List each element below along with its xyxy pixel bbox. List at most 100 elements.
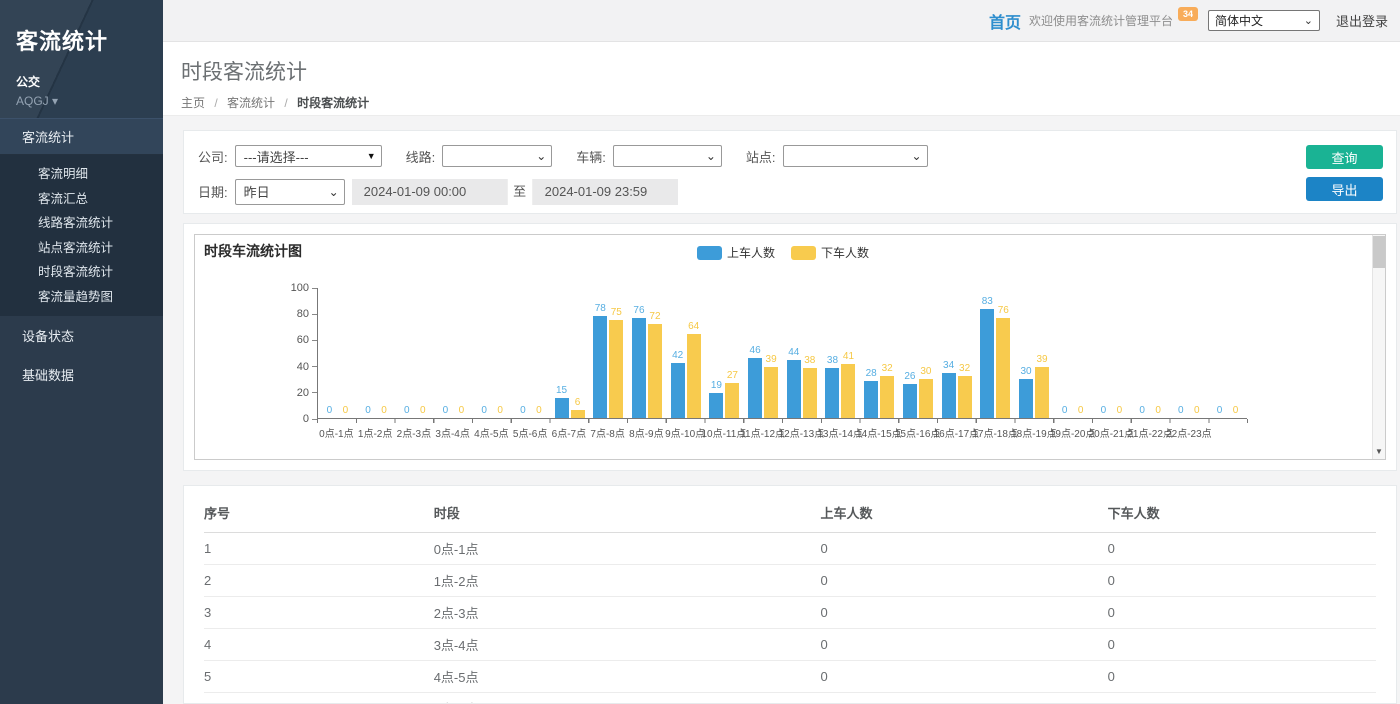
bar-column: 28	[864, 368, 878, 418]
date-end-input[interactable]: 2024-01-09 23:59	[533, 179, 678, 205]
sidebar-item-line-stats[interactable]: 线路客流统计	[0, 211, 163, 236]
bar-group: 00	[512, 288, 551, 418]
bar[interactable]	[841, 364, 855, 418]
topbar: 首页 欢迎使用客流统计管理平台 34 简体中文 ⌄ 退出登录	[163, 0, 1400, 42]
bar[interactable]	[748, 358, 762, 418]
bar-column: 0	[322, 405, 336, 418]
chart-box: 时段车流统计图 上车人数下车人数 020406080100 0000000000…	[194, 234, 1386, 460]
sidebar-item-passenger-summary[interactable]: 客流汇总	[0, 187, 163, 212]
bar-value-label: 0	[327, 405, 333, 416]
caret-down-icon: ▼	[367, 151, 376, 161]
chart-panel: 时段车流统计图 上车人数下车人数 020406080100 0000000000…	[183, 223, 1397, 471]
bar-column: 30	[919, 366, 933, 418]
bar[interactable]	[632, 318, 646, 418]
date-start-input[interactable]: 2024-01-09 00:00	[352, 179, 507, 205]
bar[interactable]	[609, 320, 623, 418]
bar-group: 00	[434, 288, 473, 418]
legend-item[interactable]: 下车人数	[791, 244, 869, 261]
bar[interactable]	[671, 363, 685, 418]
bar-value-label: 0	[1217, 405, 1223, 416]
language-select[interactable]: 简体中文 ⌄	[1208, 10, 1320, 31]
user-dropdown[interactable]: AQGJ ▾	[16, 94, 149, 108]
breadcrumb-separator: /	[214, 96, 217, 110]
bar-value-label: 46	[750, 345, 761, 356]
breadcrumb-home[interactable]: 主页	[181, 96, 205, 110]
x-axis-label: 20点-21点	[1092, 425, 1131, 440]
bar-group: 3039	[1015, 288, 1054, 418]
breadcrumb-section[interactable]: 客流统计	[227, 96, 275, 110]
scrollbar-thumb[interactable]	[1373, 236, 1385, 268]
bar[interactable]	[687, 334, 701, 418]
logout-link[interactable]: 退出登录	[1336, 11, 1388, 30]
x-axis-label: 22点-23点	[1170, 425, 1209, 440]
filter-panel: 公司: ---请选择--- ▼ 线路: ⌄ 车辆: ⌄ 站点	[183, 130, 1397, 214]
bar[interactable]	[996, 318, 1010, 418]
bar-value-label: 75	[611, 307, 622, 318]
bar-column: 0	[493, 405, 507, 418]
table-cell: 5	[204, 661, 434, 693]
bar[interactable]	[942, 373, 956, 418]
bar[interactable]	[648, 324, 662, 418]
table-cell: 1点-2点	[434, 565, 821, 597]
sidebar-item-base-data[interactable]: 基础数据	[0, 355, 163, 394]
bar[interactable]	[825, 368, 839, 418]
date-range-group: 2024-01-09 00:00 至 2024-01-09 23:59	[352, 179, 678, 205]
scrollbar-down-arrow[interactable]: ▼	[1373, 445, 1385, 458]
date-preset-select[interactable]: 昨日 ⌄	[235, 179, 345, 205]
notification-badge[interactable]: 34	[1178, 7, 1198, 21]
x-axis-label: 0点-1点	[317, 425, 356, 440]
chart-vertical-scrollbar[interactable]: ▼	[1372, 235, 1385, 459]
company-select[interactable]: ---请选择--- ▼	[235, 145, 382, 167]
bar-column: 46	[748, 345, 762, 418]
bar[interactable]	[1035, 367, 1049, 418]
x-axis-label: 23点-24点	[1208, 425, 1247, 440]
chart-legend: 上车人数下车人数	[195, 244, 1371, 261]
bar-column: 0	[377, 405, 391, 418]
bar[interactable]	[1019, 379, 1033, 418]
bar[interactable]	[864, 381, 878, 418]
bar-group: 00	[318, 288, 357, 418]
x-axis-label: 16点-17点	[937, 425, 976, 440]
sidebar-section-passenger-stats[interactable]: 客流统计	[0, 118, 163, 155]
bar[interactable]	[593, 316, 607, 418]
station-select[interactable]: ⌄	[783, 145, 928, 167]
sidebar-item-trend-chart[interactable]: 客流量趋势图	[0, 285, 163, 310]
bar[interactable]	[787, 360, 801, 418]
legend-item[interactable]: 上车人数	[697, 244, 775, 261]
bar-column: 0	[1058, 405, 1072, 418]
bar-column: 41	[841, 351, 855, 418]
bar-column: 32	[958, 363, 972, 418]
bar-value-label: 72	[649, 311, 660, 322]
bar[interactable]	[903, 384, 917, 418]
sidebar-item-device-status[interactable]: 设备状态	[0, 316, 163, 355]
query-button[interactable]: 查询	[1306, 145, 1383, 169]
sidebar-item-timeslot-stats[interactable]: 时段客流统计	[0, 260, 163, 285]
export-button[interactable]: 导出	[1306, 177, 1383, 201]
bar-value-label: 30	[920, 366, 931, 377]
bar[interactable]	[980, 309, 994, 418]
vehicle-select[interactable]: ⌄	[613, 145, 722, 167]
line-select[interactable]: ⌄	[442, 145, 552, 167]
bar[interactable]	[764, 367, 778, 418]
timeslot-table: 序号 时段 上车人数 下车人数 10点-1点0021点-2点0032点-3点00…	[204, 492, 1376, 704]
bar-column: 76	[996, 305, 1010, 418]
home-link[interactable]: 首页	[989, 9, 1021, 33]
bar[interactable]	[725, 383, 739, 418]
bar-value-label: 0	[420, 405, 426, 416]
filter-row-1: 公司: ---请选择--- ▼ 线路: ⌄ 车辆: ⌄ 站点	[198, 144, 1382, 168]
bar[interactable]	[880, 376, 894, 418]
bar-column: 32	[880, 363, 894, 418]
sidebar-item-station-stats[interactable]: 站点客流统计	[0, 236, 163, 261]
bar[interactable]	[919, 379, 933, 418]
bar[interactable]	[803, 368, 817, 418]
bar-value-label: 44	[788, 347, 799, 358]
bar-value-label: 0	[1101, 405, 1107, 416]
bar[interactable]	[958, 376, 972, 418]
bar[interactable]	[709, 393, 723, 418]
bar-group: 4264	[666, 288, 705, 418]
sidebar-item-passenger-detail[interactable]: 客流明细	[0, 162, 163, 187]
bar-group: 1927	[705, 288, 744, 418]
y-axis-tick-label: 60	[297, 333, 317, 347]
bar[interactable]	[571, 410, 585, 418]
bar[interactable]	[555, 398, 569, 418]
